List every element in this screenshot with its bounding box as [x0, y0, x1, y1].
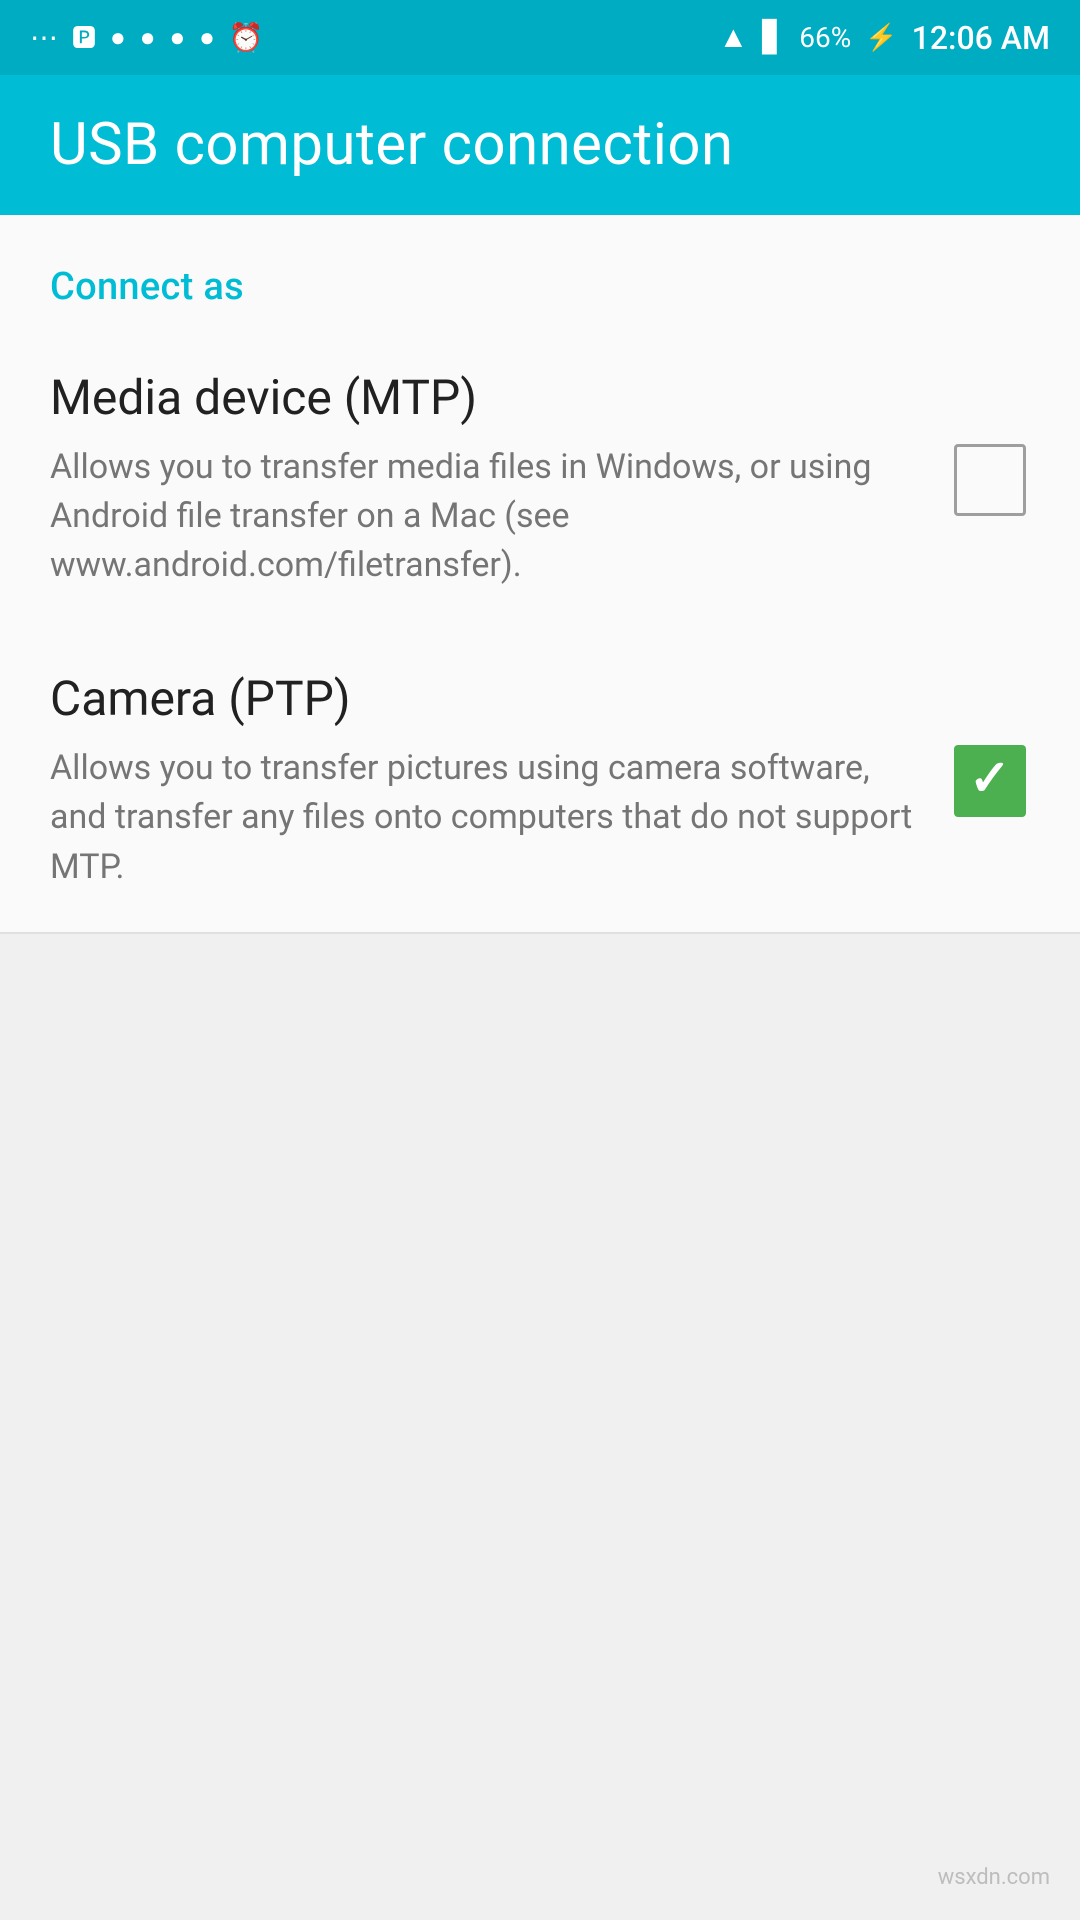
app-bar-title: USB computer connection	[50, 111, 733, 179]
mtp-option-title: Media device (MTP)	[50, 369, 920, 427]
pushbullet-icon: 🅿	[72, 26, 96, 50]
content-area: Connect as Media device (MTP) Allows you…	[0, 215, 1080, 934]
mtp-option-text: Media device (MTP) Allows you to transfe…	[50, 369, 950, 590]
status-bar-right: ▲ ▋ 66% ⚡ 12:06 AM	[719, 19, 1050, 57]
ptp-checkbox-container[interactable]	[950, 741, 1030, 821]
battery-percentage: 66%	[799, 21, 851, 54]
signal-icon: ▋	[762, 20, 785, 55]
ptp-option-description: Allows you to transfer pictures using ca…	[50, 744, 920, 892]
watermark: wsxdn.com	[938, 1865, 1050, 1890]
message-icon-1: ●	[140, 25, 156, 51]
wifi-icon: ▲	[719, 20, 749, 55]
ptp-option-text: Camera (PTP) Allows you to transfer pict…	[50, 670, 950, 891]
message-icon-3: ●	[199, 25, 215, 51]
mtp-checkbox-container[interactable]	[950, 440, 1030, 520]
ptp-option-title: Camera (PTP)	[50, 670, 920, 728]
notification-dots-icon: ⋯	[30, 24, 58, 52]
whatsapp-icon: ●	[110, 25, 126, 51]
message-icon-2: ●	[169, 25, 185, 51]
battery-icon: ⚡	[865, 23, 897, 53]
status-bar-left: ⋯ 🅿 ● ● ● ● ⏰	[30, 24, 264, 52]
status-bar: ⋯ 🅿 ● ● ● ● ⏰ ▲ ▋ 66% ⚡ 12:06 AM	[0, 0, 1080, 75]
mtp-option[interactable]: Media device (MTP) Allows you to transfe…	[0, 329, 1080, 630]
app-bar: USB computer connection	[0, 75, 1080, 215]
status-time: 12:06 AM	[912, 19, 1050, 57]
section-divider	[0, 932, 1080, 934]
mtp-checkbox-unchecked[interactable]	[954, 444, 1026, 516]
mtp-option-description: Allows you to transfer media files in Wi…	[50, 443, 920, 591]
ptp-option[interactable]: Camera (PTP) Allows you to transfer pict…	[0, 630, 1080, 931]
section-header: Connect as	[0, 215, 1080, 329]
ptp-checkbox-checked[interactable]	[954, 745, 1026, 817]
alarm-icon: ⏰	[229, 24, 264, 52]
